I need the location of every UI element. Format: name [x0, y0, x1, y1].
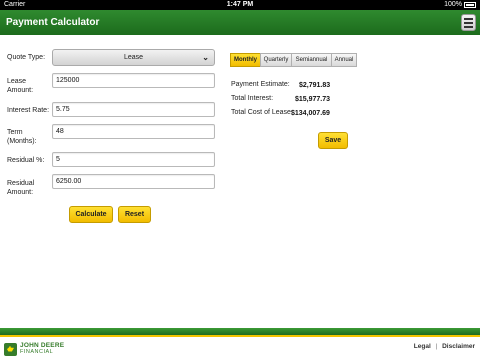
footer-links: Legal | Disclaimer: [414, 343, 475, 350]
menu-button[interactable]: [461, 14, 476, 31]
reset-button[interactable]: Reset: [118, 206, 151, 223]
logo-text: JOHN DEERE FINANCIAL: [20, 342, 64, 356]
residual-amount-label-line1: Residual: [7, 180, 35, 187]
total-interest-value: $15,977.73: [295, 96, 331, 103]
term-label: Term (Months):: [7, 128, 37, 146]
hamburger-menu-icon-bar: [464, 21, 473, 24]
term-label-line1: Term: [7, 129, 23, 136]
residual-percent-field[interactable]: 5: [52, 152, 215, 167]
residual-amount-field[interactable]: 6250.00: [52, 174, 215, 189]
total-cost-label: Total Cost of Lease:: [231, 109, 293, 116]
hamburger-menu-icon-bar: [464, 25, 473, 28]
lease-amount-label-line2: Amount:: [7, 87, 34, 94]
hamburger-menu-icon: [464, 17, 473, 20]
term-field[interactable]: 48: [52, 124, 215, 139]
john-deere-logo: JOHN DEERE FINANCIAL: [4, 342, 64, 356]
lease-amount-label: Lease Amount:: [7, 77, 33, 95]
quote-type-select[interactable]: Lease ⌄: [52, 49, 215, 66]
footer: JOHN DEERE FINANCIAL Legal | Disclaimer: [0, 337, 480, 360]
frequency-segmented-control: Monthly Quarterly Semiannual Annual: [230, 53, 357, 67]
calculate-button[interactable]: Calculate: [69, 206, 113, 223]
chevron-down-icon: ⌄: [202, 53, 209, 62]
status-time: 1:47 PM: [226, 1, 254, 8]
term-label-line2: (Months):: [7, 138, 37, 145]
quote-type-value: Lease: [123, 54, 144, 61]
residual-amount-label-line2: Amount:: [7, 189, 34, 196]
total-interest-label: Total Interest:: [231, 95, 274, 102]
footer-stripe: [0, 328, 480, 335]
lease-amount-label-line1: Lease: [7, 78, 27, 85]
interest-rate-label: Interest Rate:: [7, 107, 50, 114]
footer-separator: |: [435, 343, 438, 350]
payment-estimate-label: Payment Estimate:: [231, 81, 290, 88]
lease-amount-field[interactable]: 125000: [52, 73, 215, 88]
logo-brand-sub: FINANCIAL: [20, 349, 54, 355]
legal-link[interactable]: Legal: [414, 343, 431, 350]
app-header: Payment Calculator: [0, 10, 480, 35]
save-button[interactable]: Save: [318, 132, 348, 149]
frequency-semiannual[interactable]: Semiannual: [291, 53, 332, 67]
residual-amount-label: Residual Amount:: [7, 179, 34, 197]
disclaimer-link[interactable]: Disclaimer: [442, 343, 475, 350]
total-cost-value: $134,007.69: [291, 110, 330, 117]
frequency-annual[interactable]: Annual: [331, 53, 357, 67]
interest-rate-field[interactable]: 5.75: [52, 102, 215, 117]
status-bar: Carrier 1:47 PM 100%: [0, 0, 480, 10]
battery-indicator: 100%: [444, 0, 476, 10]
page-title: Payment Calculator: [6, 17, 100, 28]
frequency-monthly[interactable]: Monthly: [230, 53, 261, 67]
logo-brand-main: JOHN DEERE: [20, 342, 65, 349]
deer-icon: [4, 342, 17, 356]
residual-percent-label: Residual %:: [7, 157, 45, 164]
battery-icon: [464, 2, 476, 8]
battery-percent: 100%: [444, 1, 462, 8]
quote-type-label: Quote Type:: [7, 54, 46, 61]
payment-estimate-value: $2,791.83: [299, 82, 331, 89]
frequency-quarterly[interactable]: Quarterly: [260, 53, 292, 67]
